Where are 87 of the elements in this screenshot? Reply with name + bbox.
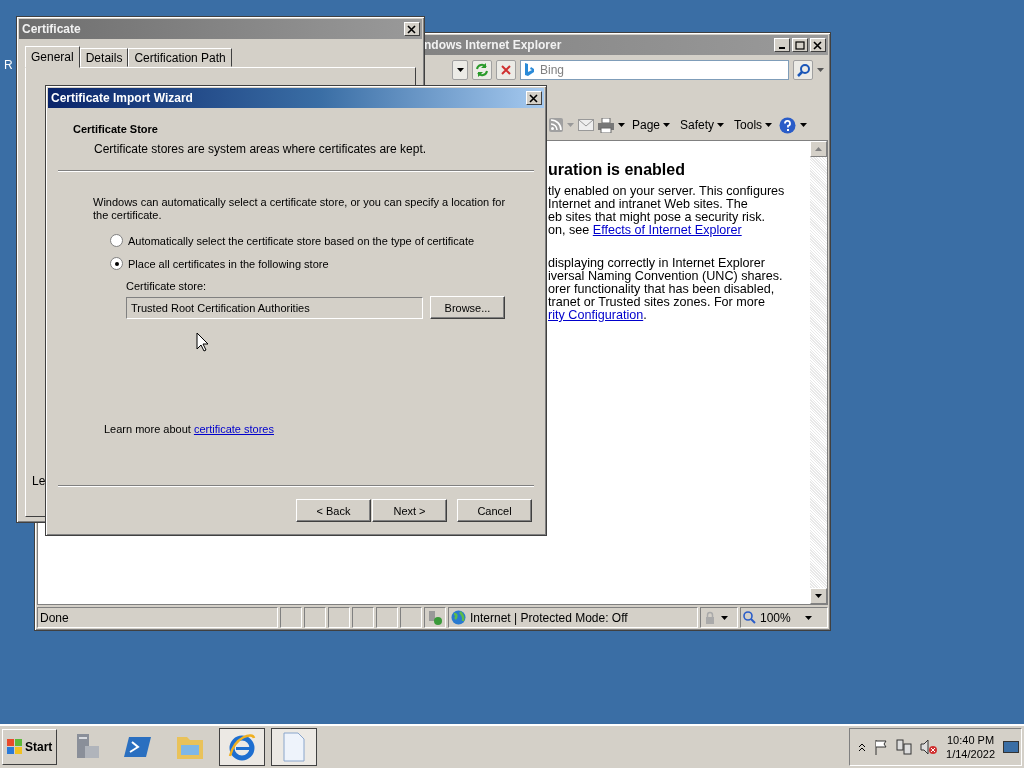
taskbar-button[interactable]	[219, 728, 266, 766]
browse-button[interactable]: Browse...	[430, 296, 505, 319]
radio-option[interactable]: Automatically select the certificate store based on the type of certificate	[110, 234, 534, 247]
status-pane	[400, 607, 422, 628]
search-field[interactable]: Bing	[520, 60, 789, 80]
close-icon	[529, 93, 539, 103]
speaker-muted-icon[interactable]	[920, 739, 939, 755]
desktop-icon-label: R	[4, 58, 13, 72]
minimize-button[interactable]	[774, 38, 790, 52]
radio-button[interactable]	[110, 234, 123, 247]
status-pane	[328, 607, 350, 628]
scrollbar[interactable]	[810, 141, 827, 604]
wizard-button[interactable]: Next >	[372, 499, 447, 522]
learn-more-link[interactable]: certificate stores	[193, 423, 274, 435]
maximize-icon	[795, 40, 805, 50]
store-field[interactable]: Trusted Root Certification Authorities	[126, 296, 423, 319]
status-pane	[304, 607, 326, 628]
close-icon	[407, 24, 417, 34]
field-label: Certificate store:	[126, 280, 208, 292]
page-heading: uration is enabled	[548, 161, 686, 179]
page-paragraph: tly enabled on your server. This configures Internet and intranet Web sites. The eb sites that might pose a security risk. on, see Effects of Internet Explorer	[548, 185, 786, 237]
scroll-up-icon[interactable]	[815, 147, 822, 151]
taskbar-button[interactable]	[271, 728, 318, 766]
network-icon[interactable]	[896, 739, 913, 755]
maximize-button[interactable]	[792, 38, 808, 52]
status-pane	[280, 607, 302, 628]
wizard-button[interactable]: Cancel	[457, 499, 532, 522]
show-desktop-icon[interactable]	[1003, 741, 1019, 753]
window-title: Certificate	[22, 22, 82, 36]
zone-text: Internet | Protected Mode: Off	[470, 610, 628, 625]
tab[interactable]: Certification Path	[128, 48, 232, 67]
close-button[interactable]	[526, 91, 542, 105]
caret-icon	[663, 123, 671, 127]
document-icon	[282, 732, 307, 762]
command-menu[interactable]: Tools	[731, 118, 776, 132]
close-icon	[813, 40, 823, 50]
status-text: Done	[40, 610, 69, 625]
caret-icon	[717, 123, 725, 127]
learn-more-text: Learn more about certificate stores	[104, 423, 275, 435]
text-fragment: Le	[32, 474, 47, 488]
command-menu[interactable]: Page	[629, 118, 674, 132]
search-icon	[796, 63, 810, 77]
b-logo-icon	[524, 63, 534, 77]
caret-icon	[800, 123, 808, 127]
mouse-cursor-icon	[196, 332, 209, 352]
command-menu[interactable]: Safety	[677, 118, 728, 132]
windows-logo-icon	[7, 739, 23, 755]
caret-icon	[804, 615, 812, 620]
page-paragraph: displaying correctly in Internet Explorer iversal Naming Convention (UNC) shares. orer functionality that has been disabled, tranet or Trusted sites zones. For more rity Configuration.	[548, 257, 784, 322]
wizard-button[interactable]: < Back	[296, 499, 371, 522]
flag-icon[interactable]	[874, 739, 889, 755]
description-text: Windows can automatically select a certificate store, or you can specify a location for the certificate.	[93, 196, 507, 222]
caret-icon	[721, 615, 728, 620]
refresh-icon	[475, 63, 489, 77]
ie-icon	[227, 732, 258, 762]
radio-button[interactable]	[110, 257, 123, 270]
stop-button[interactable]	[496, 60, 516, 80]
printer-icon[interactable]	[598, 117, 614, 133]
start-button[interactable]: Start	[2, 729, 58, 765]
window-title: ndows Internet Explorer	[424, 38, 563, 52]
page-link[interactable]: Effects of Internet Explorer	[592, 223, 742, 237]
zoom-icon	[743, 611, 756, 624]
close-button[interactable]	[810, 38, 826, 52]
caret-icon	[567, 123, 574, 127]
feed-icon[interactable]	[549, 118, 563, 132]
chevron-up-icon[interactable]	[858, 742, 867, 752]
search-button[interactable]	[793, 60, 813, 80]
caret-icon	[817, 68, 824, 72]
caret-icon	[618, 123, 625, 127]
address-dropdown-button[interactable]	[452, 60, 468, 80]
help-icon[interactable]	[779, 116, 797, 134]
status-pane	[352, 607, 374, 628]
status-pane	[376, 607, 398, 628]
radio-option[interactable]: Place all certificates in the following store	[110, 257, 534, 270]
tab[interactable]: Details	[79, 48, 129, 67]
window-title: Certificate Import Wizard	[51, 91, 194, 105]
page-title: Certificate Store	[73, 123, 159, 135]
powershell-icon	[124, 735, 153, 759]
scroll-down-icon[interactable]	[815, 594, 822, 598]
minimize-icon	[779, 47, 785, 49]
caret-icon	[456, 68, 464, 72]
tab[interactable]: General	[25, 46, 80, 68]
page-subtitle: Certificate stores are system areas where certificates are kept.	[93, 142, 428, 156]
caret-icon	[765, 123, 773, 127]
close-button[interactable]	[404, 22, 420, 36]
globe-icon	[451, 610, 466, 625]
close-icon	[501, 65, 511, 75]
